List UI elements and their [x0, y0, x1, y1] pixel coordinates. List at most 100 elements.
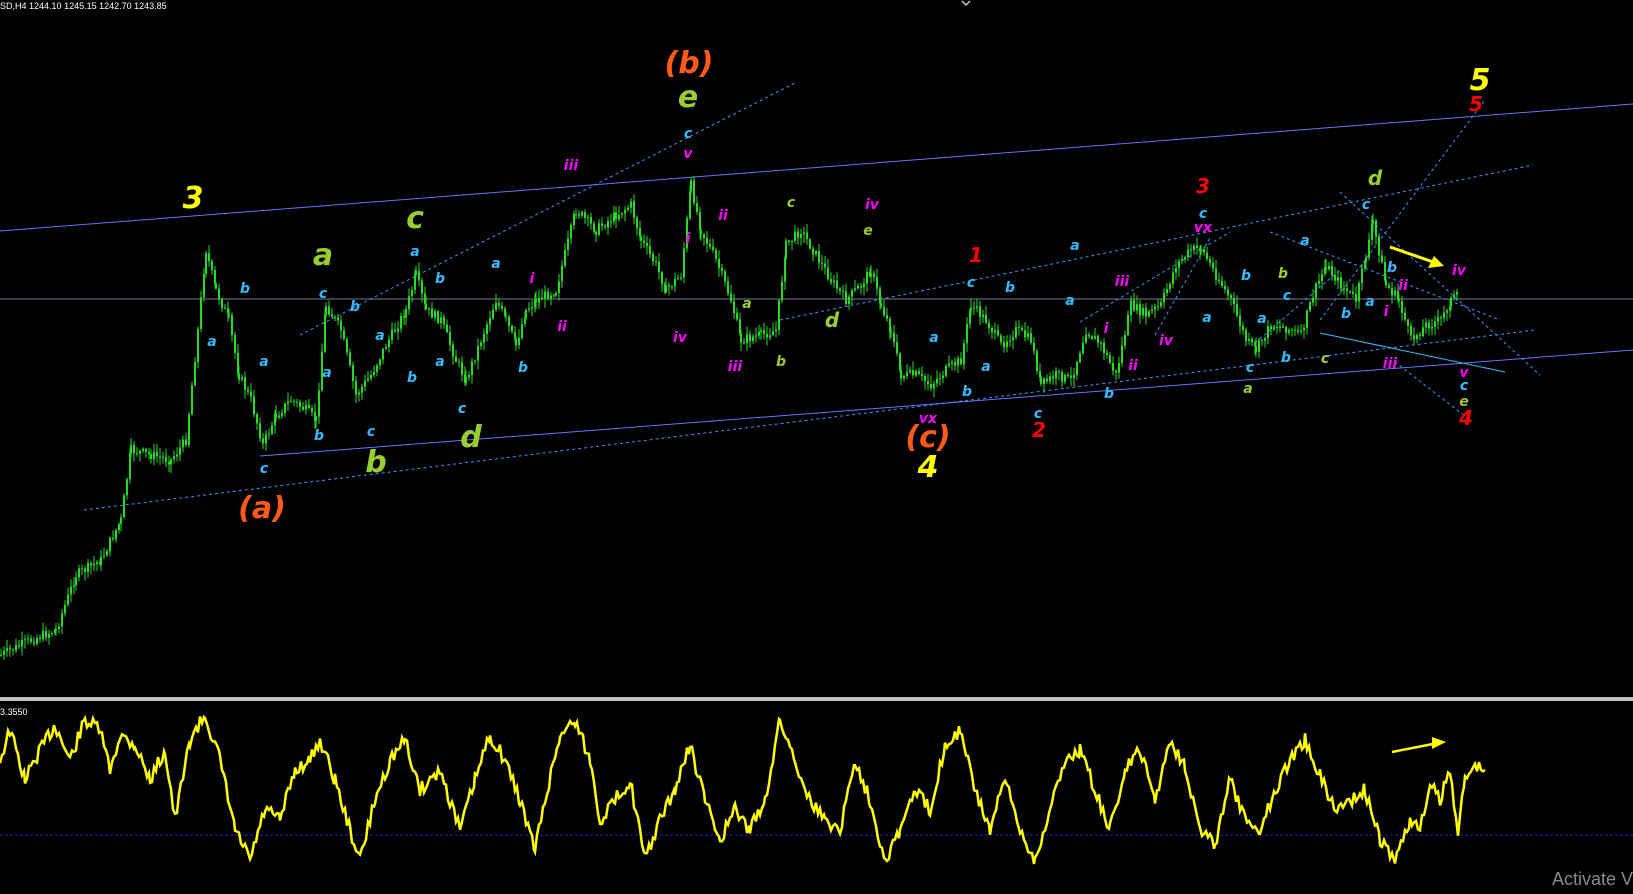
candle-body: [156, 452, 158, 457]
wave-label: 3: [183, 181, 204, 216]
candle-body: [234, 335, 236, 353]
candle-body: [418, 270, 420, 281]
candle-body: [1196, 245, 1198, 248]
candle-body: [924, 375, 926, 382]
wave-label: 4: [917, 450, 939, 485]
candle-body: [1300, 330, 1302, 332]
candle-body: [1437, 317, 1439, 322]
candle-body: [96, 562, 98, 564]
candle-body: [179, 447, 181, 455]
pane-separator[interactable]: [0, 697, 1633, 701]
candle-body: [281, 412, 283, 416]
candle-body: [305, 405, 307, 410]
candle-body: [587, 217, 589, 218]
candle-body: [733, 301, 735, 314]
candle-body: [1410, 325, 1412, 336]
candle-body: [1285, 326, 1287, 333]
candle-body: [0, 654, 2, 656]
candle-body: [775, 329, 777, 332]
candle-body: [784, 258, 786, 282]
candle-body: [806, 232, 808, 240]
candle-body: [803, 232, 805, 235]
candle-body: [197, 328, 199, 363]
candle-body: [518, 337, 520, 346]
candle-body: [575, 214, 577, 215]
candle-body: [590, 217, 592, 224]
candle-body: [903, 375, 905, 379]
candle-body: [191, 385, 193, 415]
candle-body: [643, 240, 645, 243]
candle-body: [1200, 249, 1202, 251]
candle-body: [863, 283, 865, 287]
candle-body: [689, 191, 691, 219]
wave-label: b: [1387, 260, 1397, 276]
candle-body: [1365, 257, 1367, 263]
candle-body: [951, 362, 953, 364]
candle-body: [1355, 293, 1357, 302]
candle-body: [1015, 326, 1017, 338]
wave-label: c: [684, 126, 693, 142]
candle-body: [325, 306, 327, 315]
candle-body: [1224, 286, 1226, 290]
candle-body: [428, 308, 430, 310]
candle-body: [948, 363, 950, 366]
candle-body: [736, 313, 738, 320]
candle-body: [411, 289, 413, 297]
candle-body: [45, 631, 47, 638]
candle-body: [1318, 281, 1320, 284]
candle-body: [812, 248, 814, 255]
candle-body: [683, 248, 685, 278]
candle-body: [830, 279, 832, 283]
ohlc-label: 1244.10 1245.15 1242.70 1243.85: [29, 1, 167, 11]
candle-body: [752, 336, 754, 341]
candle-body: [118, 523, 120, 530]
candle-body: [139, 450, 141, 454]
candle-body: [1398, 298, 1400, 301]
candle-body: [1203, 249, 1205, 253]
candle-body: [1061, 371, 1063, 382]
price-chart[interactable]: 3(a)(b)(c)455abcdeiiicviiic iveadiviii bba…: [0, 0, 1633, 890]
chart-header: SD,H4 1244.10 1245.15 1242.70 1243.85: [0, 1, 167, 11]
wave-label: c: [458, 401, 467, 417]
candle-body: [700, 230, 702, 235]
candle-body: [492, 309, 494, 319]
candle-body: [618, 214, 620, 220]
candle-body: [1245, 329, 1247, 341]
candle-body: [501, 305, 503, 309]
candle-body: [1303, 327, 1305, 331]
candle-body: [755, 335, 757, 337]
candle-body: [730, 293, 732, 302]
candle-body: [564, 250, 566, 266]
candle-body: [1331, 265, 1333, 275]
candle-body: [231, 315, 233, 335]
candle-body: [842, 290, 844, 292]
candle-body: [960, 358, 962, 365]
candle-body: [340, 320, 342, 331]
candle-body: [188, 414, 190, 445]
candle-body: [665, 285, 667, 293]
candle-body: [1381, 255, 1383, 263]
candle-body: [145, 448, 147, 452]
candle-body: [836, 280, 838, 289]
candle-body: [1425, 322, 1427, 328]
candle-body: [1391, 288, 1393, 296]
candle-body: [214, 269, 216, 284]
candle-body: [508, 316, 510, 326]
candle-body: [355, 381, 357, 395]
wave-label: a: [1365, 294, 1374, 310]
candle-body: [67, 594, 69, 605]
candle-body: [48, 633, 50, 638]
candle-body: [311, 408, 313, 412]
candle-body: [265, 434, 267, 444]
candle-body: [570, 225, 572, 239]
candle-body: [211, 261, 213, 270]
candle-body: [535, 299, 537, 303]
candle-body: [1267, 326, 1269, 339]
candle-body: [766, 333, 768, 338]
candle-body: [1157, 306, 1159, 308]
candle-body: [73, 585, 75, 587]
candle-body: [1361, 268, 1363, 283]
candle-body: [51, 633, 53, 635]
candle-body: [388, 339, 390, 348]
candle-body: [315, 416, 317, 421]
